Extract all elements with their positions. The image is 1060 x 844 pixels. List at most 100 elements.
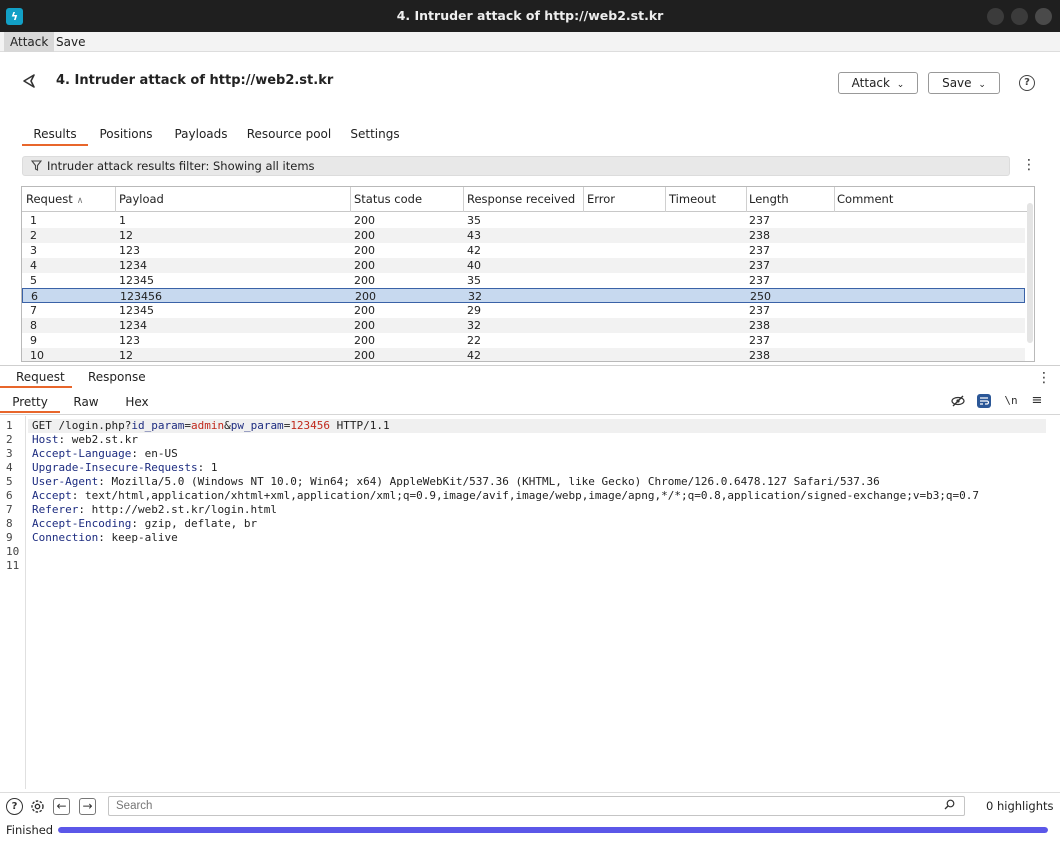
- table-row[interactable]: 4 1234 200 40 237: [22, 258, 1025, 273]
- save-dropdown-button[interactable]: Save ⌄: [928, 72, 1000, 94]
- help-icon[interactable]: ?: [1019, 75, 1035, 91]
- cell-length: 237: [749, 259, 770, 272]
- col-length[interactable]: Length: [745, 187, 835, 212]
- header-line: Referer: http://web2.st.kr/login.html: [32, 503, 277, 516]
- header-separator: :: [98, 475, 112, 488]
- header-value: 1: [210, 461, 218, 474]
- header-line: Accept: text/html,application/xhtml+xml,…: [32, 489, 979, 502]
- back-icon[interactable]: [20, 72, 38, 90]
- cell-payload: 1: [119, 214, 126, 227]
- tab-raw[interactable]: Raw: [64, 393, 108, 413]
- tab-positions[interactable]: Positions: [96, 126, 156, 146]
- header-line: Connection: keep-alive: [32, 531, 178, 544]
- header-separator: :: [98, 531, 112, 544]
- header-name: Accept-Encoding: [32, 517, 132, 530]
- table-row[interactable]: 2 12 200 43 238: [22, 228, 1025, 243]
- table-row[interactable]: 9 123 200 22 237: [22, 333, 1025, 348]
- highlights-count: 0 highlights: [986, 799, 1054, 813]
- search-icon[interactable]: [944, 799, 955, 813]
- col-request[interactable]: Request ∧: [22, 187, 116, 212]
- header-name: Accept-Language: [32, 447, 132, 460]
- settings-icon[interactable]: [29, 798, 46, 815]
- table-row[interactable]: 6 123456 200 32 250: [22, 288, 1025, 303]
- cell-length: 237: [749, 244, 770, 257]
- request-editor[interactable]: 1 2 3 4 5 6 7 8 9 10 11 GET /login.php?id_param=ad…: [0, 416, 1060, 789]
- cell-response: 22: [467, 334, 481, 347]
- header-name: Host: [32, 433, 59, 446]
- cell-length: 237: [749, 214, 770, 227]
- cell-status: 200: [354, 274, 375, 287]
- col-payload[interactable]: Payload: [115, 187, 351, 212]
- cell-response: 35: [467, 274, 481, 287]
- tab-results[interactable]: Results: [22, 126, 88, 146]
- table-row[interactable]: 7 12345 200 29 237: [22, 303, 1025, 318]
- table-row[interactable]: 5 12345 200 35 237: [22, 273, 1025, 288]
- tab-hex[interactable]: Hex: [116, 393, 158, 413]
- menu-attack[interactable]: Attack: [4, 32, 55, 52]
- results-table: Request ∧ Payload Status code Response re…: [21, 186, 1035, 362]
- tab-settings[interactable]: Settings: [346, 126, 404, 146]
- arrow-left-icon[interactable]: ←: [53, 798, 70, 815]
- minimize-button[interactable]: [987, 8, 1004, 25]
- table-row[interactable]: 10 12 200 42 238: [22, 348, 1025, 362]
- cell-request: 3: [30, 244, 37, 257]
- help-icon[interactable]: ?: [6, 798, 23, 815]
- maximize-button[interactable]: [1011, 8, 1028, 25]
- col-error[interactable]: Error: [583, 187, 666, 212]
- col-request-label: Request: [26, 192, 73, 206]
- line-number: 3: [6, 447, 13, 460]
- cell-payload: 12345: [119, 274, 154, 287]
- menu-save[interactable]: Save: [50, 32, 91, 52]
- cell-response: 29: [467, 304, 481, 317]
- search-input[interactable]: [108, 796, 965, 816]
- arrow-right-icon[interactable]: →: [79, 798, 96, 815]
- tab-resource-pool[interactable]: Resource pool: [246, 126, 332, 146]
- cell-request: 5: [30, 274, 37, 287]
- col-status-code[interactable]: Status code: [350, 187, 464, 212]
- header-separator: :: [131, 447, 145, 460]
- col-timeout[interactable]: Timeout: [665, 187, 747, 212]
- wrap-icon[interactable]: [977, 394, 991, 408]
- cell-payload: 123456: [120, 290, 162, 303]
- close-button[interactable]: [1035, 8, 1052, 25]
- param-value: admin: [190, 419, 225, 432]
- filter-icon: [30, 159, 43, 177]
- hamburger-icon[interactable]: ≡: [1030, 394, 1044, 408]
- header-name: Accept: [32, 489, 72, 502]
- header-value: text/html,application/xhtml+xml,applicat…: [85, 489, 980, 502]
- filter-text: Intruder attack results filter: Showing …: [47, 159, 315, 173]
- cell-status: 200: [354, 259, 375, 272]
- line-number: 8: [6, 517, 13, 530]
- newline-icon[interactable]: \n: [1004, 394, 1018, 408]
- table-row[interactable]: 1 1 200 35 237: [22, 213, 1025, 228]
- split-divider[interactable]: [0, 365, 1060, 366]
- header-separator: :: [71, 489, 85, 502]
- col-comment[interactable]: Comment: [833, 187, 1027, 212]
- tab-pretty[interactable]: Pretty: [0, 393, 60, 413]
- table-row[interactable]: 8 1234 200 32 238: [22, 318, 1025, 333]
- tab-response[interactable]: Response: [88, 370, 146, 388]
- cell-response: 35: [467, 214, 481, 227]
- cell-length: 250: [750, 290, 771, 303]
- col-response-received[interactable]: Response received: [463, 187, 584, 212]
- kebab-menu-icon[interactable]: ⋮: [1037, 371, 1051, 385]
- header-line: Upgrade-Insecure-Requests: 1: [32, 461, 217, 474]
- tab-request[interactable]: Request: [0, 370, 72, 388]
- cell-payload: 12: [119, 229, 133, 242]
- attack-dropdown-button[interactable]: Attack ⌄: [838, 72, 918, 94]
- tab-payloads[interactable]: Payloads: [170, 126, 232, 146]
- cell-request: 6: [31, 290, 38, 303]
- table-row[interactable]: 3 123 200 42 237: [22, 243, 1025, 258]
- line-number: 2: [6, 433, 13, 446]
- header-value: Mozilla/5.0 (Windows NT 10.0; Win64; x64…: [111, 475, 880, 488]
- kebab-menu-icon[interactable]: ⋮: [1022, 158, 1036, 172]
- table-scrollbar[interactable]: [1027, 203, 1033, 343]
- cell-request: 9: [30, 334, 37, 347]
- cell-status: 200: [354, 304, 375, 317]
- results-filter-bar[interactable]: Intruder attack results filter: Showing …: [22, 156, 1010, 176]
- cell-status: 200: [354, 244, 375, 257]
- cell-request: 1: [30, 214, 37, 227]
- protocol: HTTP/1.1: [330, 419, 390, 432]
- cell-request: 10: [30, 349, 44, 362]
- eye-off-icon[interactable]: [951, 394, 965, 408]
